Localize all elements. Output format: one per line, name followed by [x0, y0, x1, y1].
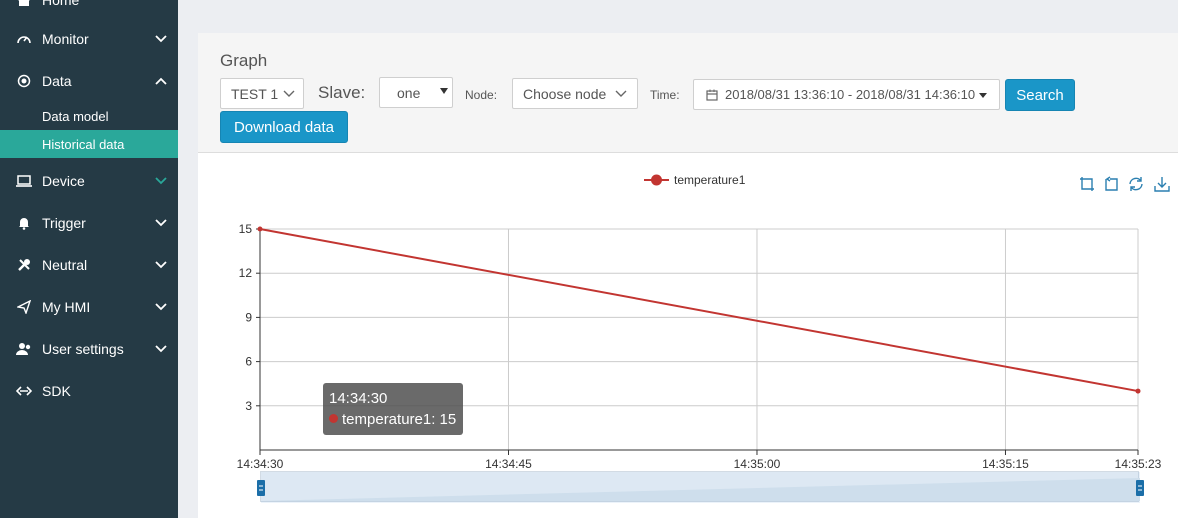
y-tick-label: 15: [239, 222, 253, 236]
record-icon: [16, 73, 32, 89]
y-tick-label: 6: [245, 355, 252, 369]
sidebar-item-label: SDK: [42, 383, 71, 399]
sidebar-item-trigger[interactable]: Trigger: [0, 202, 178, 244]
sidebar-item-label: Neutral: [42, 257, 88, 273]
wrench-icon: [16, 257, 32, 273]
sidebar-subitem-historical-data[interactable]: Historical data: [0, 130, 178, 158]
sidebar-item-monitor[interactable]: Monitor: [0, 18, 178, 60]
tooltip-value: temperature1: 15: [342, 411, 457, 428]
chevron-down-icon: [155, 303, 167, 311]
code-arrows-icon: [16, 383, 32, 399]
sidebar-subitem-data-model[interactable]: Data model: [0, 102, 178, 130]
sidebar-item-data[interactable]: Data: [0, 60, 178, 102]
y-tick-label: 9: [245, 310, 252, 324]
x-tick-label: 14:35:15: [982, 457, 1029, 471]
home-icon: [16, 0, 32, 8]
tooltip-marker: [329, 414, 338, 423]
chevron-down-icon: [155, 177, 167, 185]
x-tick-label: 14:34:30: [237, 457, 284, 471]
sidebar-item-my-hmi[interactable]: My HMI: [0, 286, 178, 328]
sidebar-item-label: Data: [42, 73, 72, 89]
sidebar-item-sdk[interactable]: SDK: [0, 370, 178, 412]
sidebar-item-neutral[interactable]: Neutral: [0, 244, 178, 286]
data-point: [1135, 388, 1141, 394]
series-line-temperature1: [259, 228, 1139, 393]
temperature-line-chart[interactable]: 15 12 9 6 3 14:34:30 14:34:45 14:35:00 14:35:15 1…: [198, 33, 1178, 518]
sidebar-item-label: User settings: [42, 341, 124, 357]
chevron-down-icon: [155, 345, 167, 353]
x-tick-label: 14:35:00: [734, 457, 781, 471]
zoom-preview: [261, 472, 1140, 503]
sidebar-item-label: My HMI: [42, 299, 91, 315]
sidebar-item-user-settings[interactable]: User settings: [0, 328, 178, 370]
sidebar-item-label: Monitor: [42, 31, 89, 47]
y-tick-label: 3: [245, 399, 252, 413]
data-zoom-slider[interactable]: [257, 471, 1144, 503]
laptop-icon: [16, 173, 32, 189]
chevron-down-icon: [155, 35, 167, 43]
paper-plane-icon: [16, 299, 32, 315]
gauge-icon: [16, 31, 32, 47]
sidebar-item-label: Device: [42, 173, 85, 189]
slider-handle-left[interactable]: [256, 478, 266, 498]
slider-handle-right[interactable]: [1135, 478, 1145, 498]
users-icon: [16, 341, 32, 357]
y-tick-label: 12: [239, 266, 253, 280]
chevron-down-icon: [155, 261, 167, 269]
sidebar-item-label: Trigger: [42, 215, 86, 231]
sidebar-item-label: Home: [42, 0, 80, 8]
sidebar-item-device[interactable]: Device: [0, 160, 178, 202]
data-point: [257, 226, 263, 232]
chevron-up-icon: [155, 77, 167, 85]
x-tick-label: 14:35:23: [1115, 457, 1162, 471]
sidebar: Home Monitor Data Data model Historical …: [0, 0, 178, 518]
bell-icon: [16, 215, 32, 231]
x-tick-label: 14:34:45: [485, 457, 532, 471]
chevron-down-icon: [155, 219, 167, 227]
chart-tooltip: 14:34:30 temperature1: 15: [323, 383, 463, 435]
graph-panel: Graph TEST 1 Slave: one Node: Choose nod…: [198, 33, 1178, 518]
tooltip-time: 14:34:30: [329, 390, 388, 407]
